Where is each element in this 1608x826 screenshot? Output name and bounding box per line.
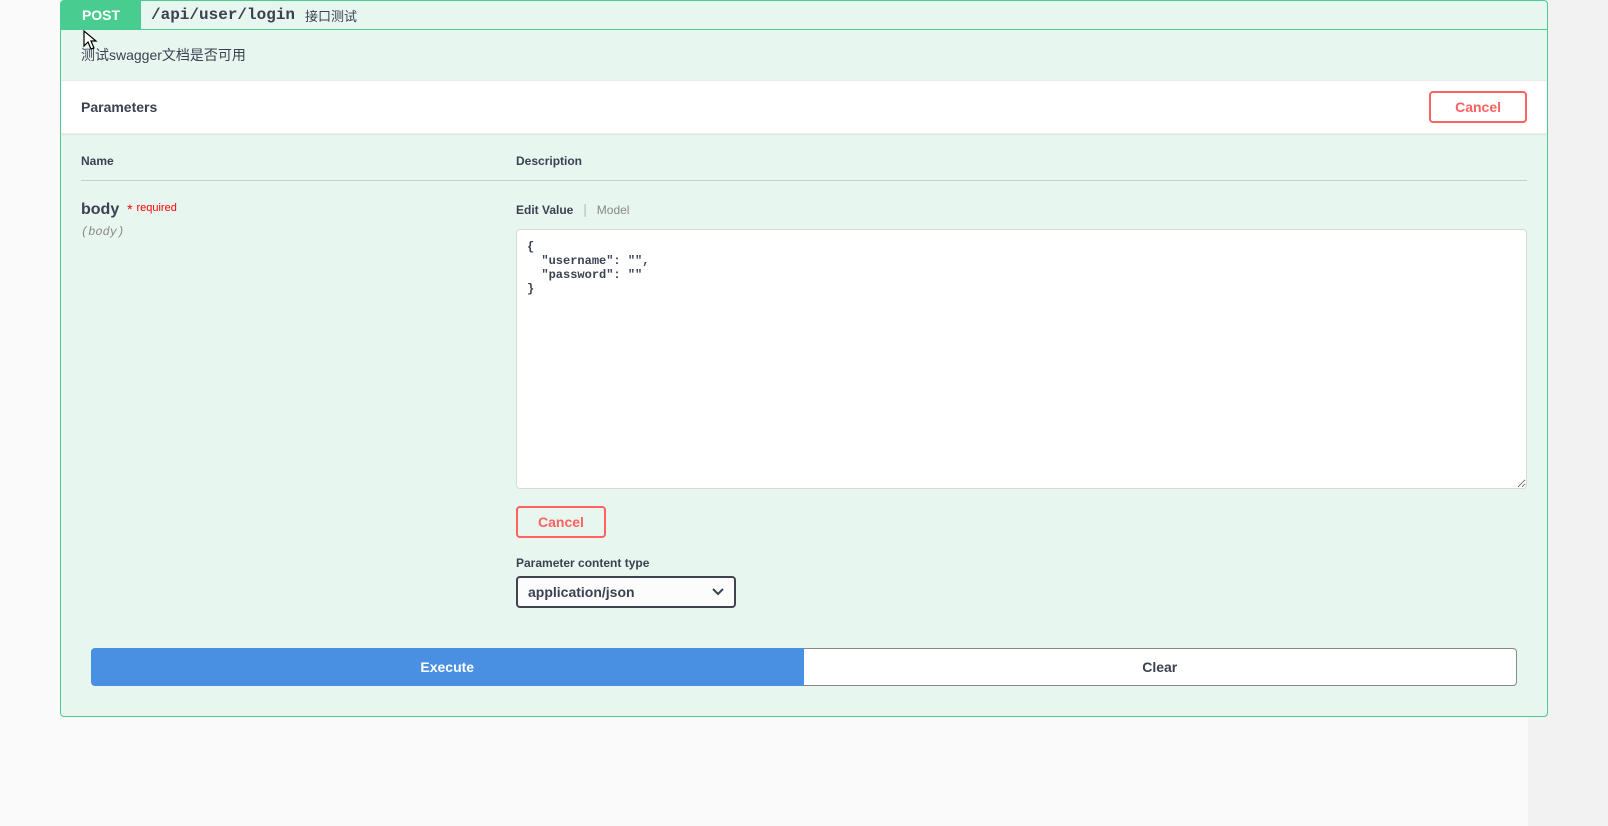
parameter-in: (body) — [81, 225, 516, 239]
parameter-name: body — [81, 201, 119, 218]
parameters-table: Name Description body * required (body) … — [61, 134, 1547, 628]
column-header-name: Name — [81, 154, 516, 168]
parameter-row: body * required (body) Edit Value | Mode… — [81, 181, 1527, 608]
tab-edit-value[interactable]: Edit Value — [516, 203, 573, 217]
content-type-select[interactable]: application/json — [516, 576, 736, 608]
parameter-description-cell: Edit Value | Model Cancel Parameter cont… — [516, 201, 1527, 608]
tab-separator: | — [583, 201, 587, 217]
clear-button[interactable]: Clear — [804, 648, 1518, 686]
content-type-select-wrap: application/json — [516, 576, 736, 608]
action-row: Execute Clear — [61, 628, 1547, 716]
parameters-header: Parameters Cancel — [61, 80, 1547, 134]
table-header-row: Name Description — [81, 154, 1527, 181]
parameters-title: Parameters — [81, 99, 157, 115]
operation-description: 测试swagger文档是否可用 — [61, 30, 1547, 80]
content-type-label: Parameter content type — [516, 556, 1527, 570]
body-cancel-button[interactable]: Cancel — [516, 506, 606, 538]
required-label: required — [136, 202, 176, 214]
operation-summary-bar[interactable]: POST /api/user/login 接口测试 — [61, 1, 1547, 30]
operation-description-text: 测试swagger文档是否可用 — [81, 47, 246, 63]
operation-path: /api/user/login — [151, 6, 295, 24]
required-star: * — [127, 201, 132, 217]
http-method-badge: POST — [61, 1, 141, 29]
tab-model[interactable]: Model — [597, 203, 630, 217]
body-tabs: Edit Value | Model — [516, 201, 1527, 217]
cancel-tryout-button[interactable]: Cancel — [1429, 91, 1527, 123]
parameter-name-cell: body * required (body) — [81, 201, 516, 608]
execute-button[interactable]: Execute — [91, 648, 804, 686]
operation-block: POST /api/user/login 接口测试 测试swagger文档是否可… — [60, 0, 1548, 717]
cursor-icon — [83, 30, 99, 52]
column-header-description: Description — [516, 154, 1527, 168]
body-input[interactable] — [516, 229, 1527, 489]
operation-summary: 接口测试 — [305, 6, 357, 25]
